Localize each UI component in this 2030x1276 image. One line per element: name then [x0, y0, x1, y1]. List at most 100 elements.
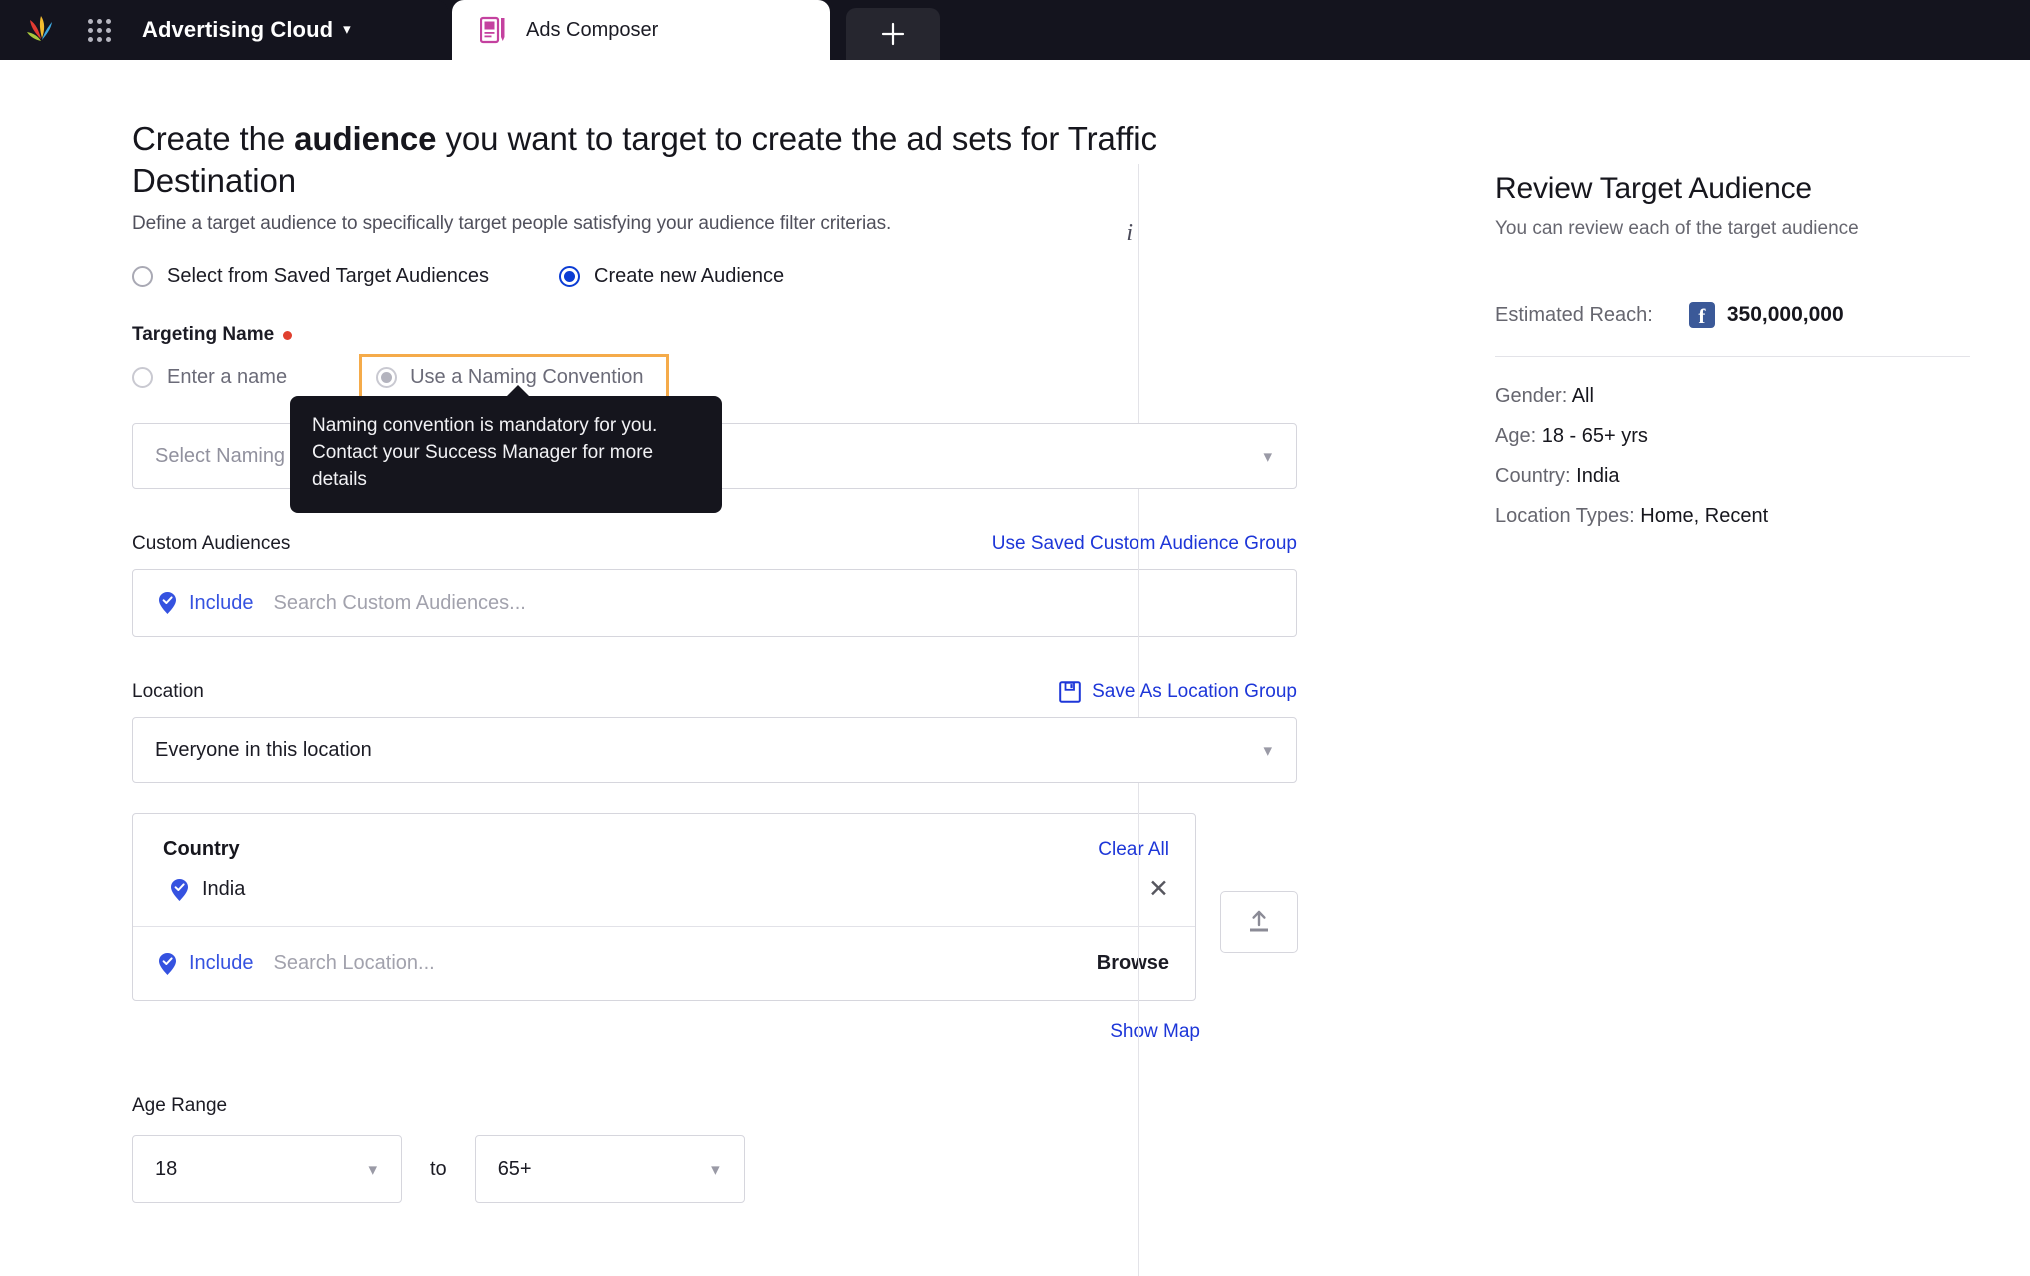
country-list-item: India ✕ [133, 861, 1195, 926]
radio-button-unselected[interactable] [132, 367, 153, 389]
attribute-value: 18 - 65+ yrs [1541, 425, 1648, 447]
apps-grid-icon[interactable] [82, 13, 116, 47]
estimated-reach-value-group: f 350,000,000 [1688, 302, 1844, 328]
radio-button-selected-disabled[interactable] [376, 367, 398, 389]
country-item-left: India [169, 878, 245, 902]
chevron-down-icon: ▾ [711, 1159, 720, 1179]
location-header: Location Save As Location Group [132, 681, 1297, 704]
custom-audiences-header: Custom Audiences Use Saved Custom Audien… [132, 533, 1297, 555]
audience-mode-radio-group: Select from Saved Target Audiences Creat… [132, 265, 1427, 288]
grid-dot [87, 36, 93, 42]
show-map-link[interactable]: Show Map [1110, 1021, 1200, 1043]
grid-dot [96, 36, 102, 42]
page-body: i Create the audience you want to target… [0, 60, 2030, 1276]
facebook-glyph: f [1698, 303, 1706, 328]
sprinklr-splash-logo-icon[interactable] [22, 13, 60, 47]
review-attribute-age: Age: 18 - 65+ yrs [1495, 425, 1970, 448]
review-attributes-list: Gender: All Age: 18 - 65+ yrs Country: I… [1495, 385, 1970, 528]
estimated-reach-row: Estimated Reach: f 350,000,000 [1495, 302, 1970, 328]
custom-audiences-include-toggle[interactable]: Include [133, 591, 274, 615]
country-card-header: Country Clear All [133, 814, 1195, 861]
headline-emphasis: audience [294, 120, 437, 157]
custom-audiences-input-row: Include [132, 569, 1297, 638]
grid-dot [105, 36, 111, 42]
attribute-key: Age: [1495, 425, 1537, 447]
browse-button[interactable]: Browse [1097, 952, 1169, 975]
review-attribute-location-types: Location Types: Home, Recent [1495, 505, 1970, 528]
age-from-select[interactable]: 18 ▾ [132, 1135, 402, 1204]
chevron-down-icon: ▾ [1263, 740, 1272, 760]
chevron-down-icon: ▾ [368, 1159, 377, 1179]
headline-pre: Create the [132, 120, 295, 157]
attribute-key: Country: [1495, 465, 1571, 487]
custom-audiences-include-label: Include [189, 591, 254, 614]
new-tab-button[interactable] [846, 8, 940, 60]
save-as-location-group-link[interactable]: Save As Location Group [1059, 681, 1297, 704]
brand-name[interactable]: Advertising Cloud [142, 17, 333, 43]
grid-dot [105, 18, 111, 24]
page-title: Create the audience you want to target t… [132, 118, 1292, 202]
location-search-row: Include Browse [133, 926, 1195, 1000]
targeting-name-radio-group: Enter a name Use a Naming Convention [132, 354, 1427, 402]
radio-label-enter-name: Enter a name [167, 366, 288, 389]
attribute-value: All [1571, 385, 1594, 407]
naming-convention-tooltip: Naming convention is mandatory for you. … [290, 385, 722, 514]
radio-label-saved: Select from Saved Target Audiences [167, 265, 490, 288]
estimated-reach-label: Estimated Reach: [1495, 303, 1653, 326]
age-to-value: 65+ [497, 1157, 532, 1180]
grid-dot [96, 18, 102, 24]
targeting-name-section: Targeting Name Enter a name Use a Naming… [132, 324, 1427, 514]
pin-check-icon [169, 878, 190, 902]
radio-create-new-audience[interactable]: Create new Audience [559, 265, 784, 288]
location-country-area: Country Clear All India ✕ Include Search… [132, 783, 1427, 1002]
review-target-audience-panel: Review Target Audience You can review ea… [1427, 60, 2030, 1276]
ads-composer-icon [479, 16, 506, 44]
top-bar: Advertising Cloud ▾ Ads Composer [0, 0, 2030, 60]
age-to-select[interactable]: 65+ ▾ [474, 1135, 745, 1204]
tab-ads-composer[interactable]: Ads Composer [452, 0, 830, 60]
location-include-label: Include [189, 952, 254, 975]
radio-enter-a-name[interactable]: Enter a name [132, 366, 287, 389]
radio-label-new: Create new Audience [594, 265, 785, 288]
age-range-to-label: to [430, 1157, 447, 1180]
attribute-key: Gender: [1495, 385, 1568, 407]
location-include-toggle[interactable]: Include [133, 952, 274, 976]
radio-button-unselected[interactable] [132, 266, 153, 288]
attribute-value: Home, Recent [1640, 505, 1769, 527]
topbar-left-group: Advertising Cloud ▾ [0, 0, 448, 60]
radio-select-saved-audiences[interactable]: Select from Saved Target Audiences [132, 265, 489, 288]
grid-dot [105, 27, 111, 33]
close-icon[interactable]: ✕ [1148, 877, 1169, 902]
targeting-name-label-text: Targeting Name [132, 324, 275, 346]
facebook-icon: f [1688, 302, 1715, 328]
chevron-down-icon[interactable]: ▾ [343, 20, 351, 38]
age-from-value: 18 [155, 1157, 178, 1180]
estimated-reach-value: 350,000,000 [1726, 303, 1844, 326]
info-icon[interactable]: i [1126, 220, 1133, 247]
save-as-location-group-label: Save As Location Group [1092, 681, 1297, 703]
review-panel-subtitle: You can review each of the target audien… [1495, 218, 1859, 239]
review-panel-divider [1495, 356, 1970, 357]
radio-button-selected[interactable] [559, 266, 581, 288]
tab-label: Ads Composer [526, 18, 659, 41]
location-search-input[interactable] [273, 952, 1097, 976]
grid-dot [96, 27, 102, 33]
upload-locations-button[interactable] [1220, 891, 1298, 954]
clear-all-link[interactable]: Clear All [1098, 839, 1169, 861]
country-name: India [202, 878, 246, 901]
attribute-value: India [1576, 465, 1620, 487]
grid-dot [87, 27, 93, 33]
attribute-key: Location Types: [1495, 505, 1635, 527]
use-saved-custom-audience-group-link[interactable]: Use Saved Custom Audience Group [992, 533, 1297, 555]
chevron-down-icon: ▾ [1263, 446, 1272, 466]
country-title: Country [163, 838, 240, 861]
floppy-save-icon [1059, 681, 1081, 704]
required-indicator [283, 330, 293, 340]
pin-check-icon [157, 591, 178, 615]
age-range-label: Age Range [132, 1095, 228, 1117]
pin-check-icon [157, 952, 178, 976]
custom-audiences-search-input[interactable] [273, 591, 1296, 615]
review-panel-title: Review Target Audience [1495, 172, 1812, 205]
location-scope-select[interactable]: Everyone in this location ▾ [132, 717, 1297, 784]
review-attribute-country: Country: India [1495, 465, 1970, 488]
